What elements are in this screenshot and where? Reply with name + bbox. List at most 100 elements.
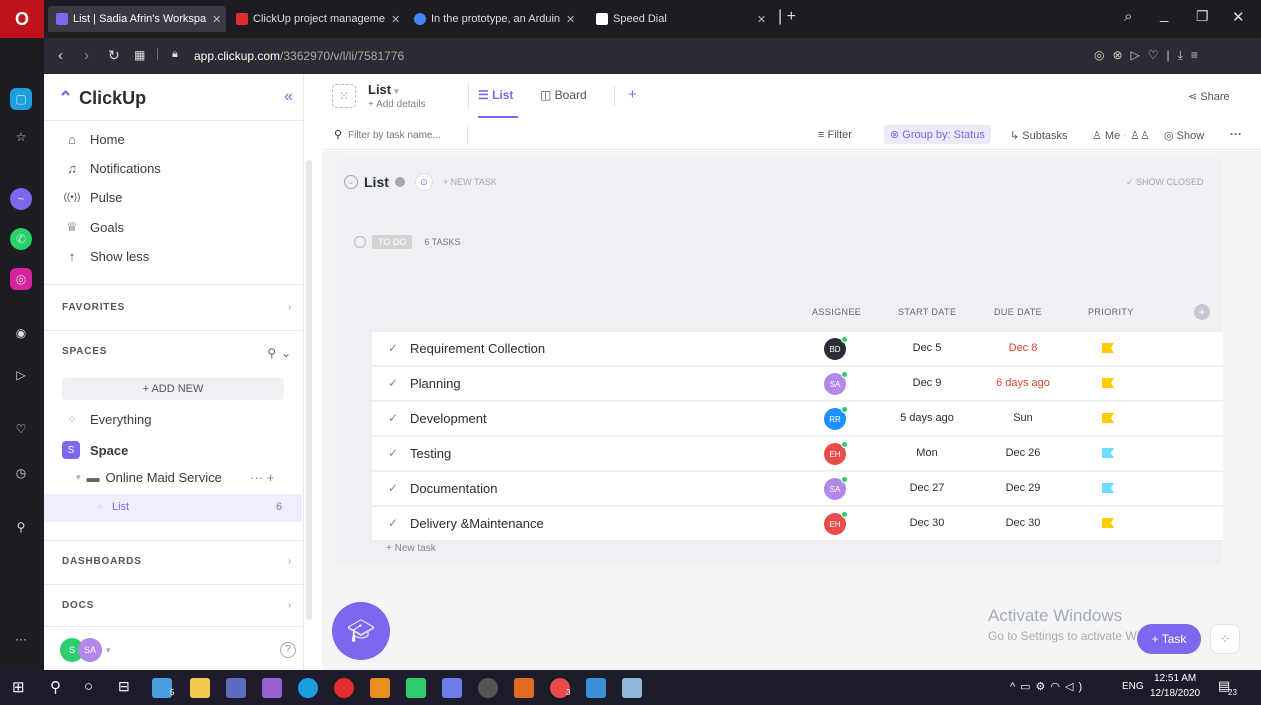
due-date[interactable]: 6 days ago <box>978 377 1068 389</box>
browser-tab-2[interactable]: ClickUp project manageme ✕ <box>228 6 404 32</box>
start-date[interactable]: Dec 27 <box>882 482 972 494</box>
brand-logo[interactable]: ⌃ ClickUp <box>58 88 146 109</box>
filter-task-input[interactable] <box>348 126 468 144</box>
maximize-icon[interactable]: ❐ <box>1196 8 1209 25</box>
assignee-avatar[interactable]: EH <box>824 511 848 535</box>
column-header-due-date[interactable]: DUE DATE <box>994 307 1042 317</box>
sidebar-item-home[interactable]: ⌂ Home <box>62 132 125 147</box>
task-name[interactable]: Documentation <box>410 481 497 496</box>
task-row[interactable]: ✓ Delivery &Maintenance EH Dec 30 Dec 30 <box>372 507 1223 541</box>
collapse-icon[interactable]: ⌄ <box>344 175 358 189</box>
workspace-icon[interactable]: ▢ <box>10 88 32 110</box>
search-icon[interactable]: ⚲ <box>50 678 61 696</box>
task-row[interactable]: ✓ Development RR 5 days ago Sun <box>372 402 1223 436</box>
priority-flag-icon[interactable] <box>1102 483 1114 493</box>
share-button[interactable]: ⋖ Share <box>1188 90 1230 103</box>
task-name[interactable]: Requirement Collection <box>410 341 545 356</box>
sidebar-item-list[interactable]: ○ List 6 <box>44 494 302 522</box>
task-name[interactable]: Delivery &Maintenance <box>410 516 544 531</box>
instagram-icon[interactable]: ◎ <box>10 268 32 290</box>
apps-grid-icon[interactable]: ⁘ <box>1210 624 1240 654</box>
more-icon[interactable]: ··· <box>10 628 32 650</box>
visual-studio-icon[interactable] <box>262 678 282 698</box>
favorites-section[interactable]: FAVORITES › <box>62 302 292 313</box>
priority-flag-icon[interactable] <box>1102 413 1114 423</box>
status-group-header[interactable]: TO DO 6 TASKS <box>354 235 461 249</box>
folder-actions-icon[interactable]: ··· + <box>250 470 274 485</box>
task-name[interactable]: Testing <box>410 446 451 461</box>
task-name[interactable]: Planning <box>410 376 461 391</box>
list-settings-icon[interactable]: ⁙ <box>332 84 356 108</box>
forward-icon[interactable]: › <box>84 47 89 64</box>
opera-icon[interactable] <box>334 678 354 698</box>
assignee-avatar[interactable]: RR <box>824 406 848 430</box>
assignee-avatar[interactable]: SA <box>824 476 848 500</box>
add-details-link[interactable]: + Add details <box>368 99 426 110</box>
heart-icon[interactable]: ♡ <box>10 418 32 440</box>
close-tab-icon[interactable]: ✕ <box>566 13 575 26</box>
list-title[interactable]: List ▾ <box>368 82 399 97</box>
task-row[interactable]: ✓ Testing EH Mon Dec 26 <box>372 437 1223 471</box>
due-date[interactable]: Dec 29 <box>978 482 1068 494</box>
task-row[interactable]: ✓ Planning SA Dec 9 6 days ago <box>372 367 1223 401</box>
info-icon[interactable] <box>394 177 405 187</box>
group-by-button[interactable]: ⊗ Group by: Status <box>884 125 991 144</box>
task-row[interactable]: ✓ Requirement Collection BD Dec 5 Dec 8 <box>372 332 1223 366</box>
add-view-button[interactable]: + <box>628 86 637 103</box>
terminal-icon[interactable] <box>406 678 426 698</box>
task-name[interactable]: Development <box>410 411 487 426</box>
filter-button[interactable]: ≡ Filter <box>818 129 852 141</box>
language-indicator[interactable]: ENG <box>1122 681 1144 692</box>
show-button[interactable]: ◎ Show <box>1164 129 1204 142</box>
reload-icon[interactable]: ↻ <box>108 47 120 64</box>
check-icon[interactable]: ✓ <box>388 341 398 355</box>
column-header-start-date[interactable]: START DATE <box>898 307 956 317</box>
system-tray-icons[interactable]: ^▭⚙◠◁) <box>1010 680 1087 693</box>
sidebar-item-show-less[interactable]: ↑ Show less <box>62 249 150 264</box>
file-explorer-icon[interactable] <box>190 678 210 698</box>
assignee-avatar[interactable]: EH <box>824 441 848 465</box>
priority-flag-icon[interactable] <box>1102 448 1114 458</box>
status-settings-icon[interactable]: ⊙ <box>414 173 433 191</box>
address-bar-actions[interactable]: ◎⊗▷♡|⤓≡ <box>1094 48 1206 63</box>
speed-dial-grid-icon[interactable]: ▦ <box>134 48 145 62</box>
photos-icon[interactable] <box>586 678 606 698</box>
close-tab-icon[interactable]: ✕ <box>757 13 766 26</box>
back-icon[interactable]: ‹ <box>58 47 63 64</box>
start-date[interactable]: Mon <box>882 447 972 459</box>
new-task-link[interactable]: + NEW TASK <box>443 177 497 187</box>
pin-icon[interactable]: ⚲ <box>10 516 32 538</box>
messenger-icon[interactable]: ~ <box>10 188 32 210</box>
user-menu[interactable]: S SA ▾ <box>60 638 111 662</box>
tab-list[interactable]: ☰ List <box>478 88 513 102</box>
new-tab-button[interactable]: | + <box>778 8 796 26</box>
close-window-icon[interactable]: ✕ <box>1232 8 1245 26</box>
bookmarks-icon[interactable]: ☆ <box>10 126 32 148</box>
priority-flag-icon[interactable] <box>1102 378 1114 388</box>
search-tabs-icon[interactable]: ⌕ <box>1124 8 1132 25</box>
check-icon[interactable]: ✓ <box>388 376 398 390</box>
history-icon[interactable]: ◷ <box>10 462 32 484</box>
more-options-icon[interactable]: ··· <box>1230 127 1242 141</box>
opera-logo-icon[interactable]: O <box>0 0 44 38</box>
sublime-icon[interactable] <box>370 678 390 698</box>
help-icon[interactable]: ? <box>280 642 296 658</box>
close-tab-icon[interactable]: ✕ <box>212 13 221 26</box>
due-date[interactable]: Dec 8 <box>978 342 1068 354</box>
due-date[interactable]: Dec 30 <box>978 517 1068 529</box>
whatsapp-icon[interactable]: ✆ <box>10 228 32 250</box>
me-filter-button[interactable]: ♙ Me · ♙♙ <box>1092 129 1150 142</box>
check-icon[interactable]: ✓ <box>388 516 398 530</box>
task-row[interactable]: ✓ Documentation SA Dec 27 Dec 29 <box>372 472 1223 506</box>
new-task-row[interactable]: + New task <box>386 543 436 554</box>
column-header-assignee[interactable]: ASSIGNEE <box>812 307 861 317</box>
learning-fab-icon[interactable]: 🎓︎ <box>332 602 390 660</box>
task-view-icon[interactable]: ⊟ <box>118 678 130 695</box>
sidebar-item-notifications[interactable]: ♫ Notifications <box>62 161 161 176</box>
browser-tab-1[interactable]: List | Sadia Afrin's Workspa ✕ <box>48 6 226 32</box>
dashboards-section[interactable]: DASHBOARDS › <box>62 556 292 567</box>
sidebar-item-folder[interactable]: ▾ ▬ Online Maid Service <box>76 470 222 485</box>
tab-board[interactable]: ◫ Board <box>540 88 587 102</box>
list-heading[interactable]: ⌄ List ⊙ + NEW TASK <box>344 173 497 191</box>
collapse-sidebar-icon[interactable]: « <box>284 88 293 106</box>
